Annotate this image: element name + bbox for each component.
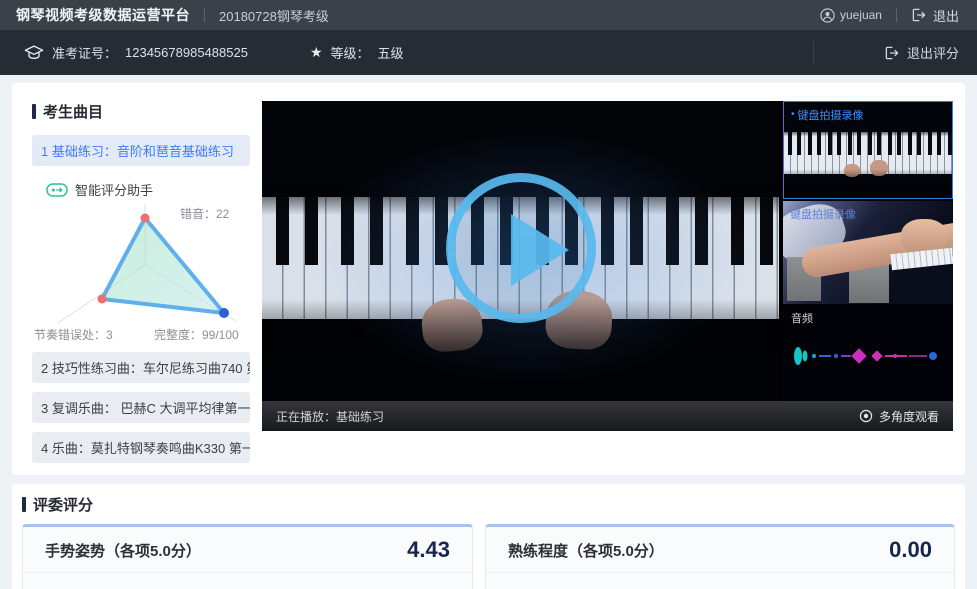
user-menu[interactable]: yuejuan [820,8,882,23]
song-item-3[interactable]: 3 复调乐曲： 巴赫C 大调平均律第一首前奏曲 [32,392,250,423]
smart-scoring-assistant[interactable]: 智能评分助手 [46,180,250,199]
proficiency-card-title: 熟练程度（各项5.0分） [508,540,664,561]
level-group: ★ 等级： 五级 [310,43,404,62]
multi-angle-button[interactable]: 多角度观看 [859,408,939,425]
thumbnail-1-label: • 键盘拍摄录像 [791,107,864,123]
play-icon [511,214,569,286]
assistant-toggle-icon [46,183,68,197]
username: yuejuan [840,8,882,22]
camera-angle-list: • 键盘拍摄录像 [783,101,953,401]
user-icon [820,8,835,23]
graduation-cap-icon [24,44,44,61]
assistant-label: 智能评分助手 [75,180,153,199]
audio-track-section[interactable]: 音频 [783,304,953,401]
title-accent-bar [32,104,36,119]
gesture-card-title: 手势姿势（各项5.0分） [45,540,201,561]
star-icon: ★ [310,44,323,61]
exam-panel: 考生曲目 1 基础练习：音阶和琶音基础练习 智能评分助手 [12,83,965,475]
scoring-title-text: 评委评分 [33,494,93,515]
top-navbar: 钢琴视频考级数据运营平台 20180728钢琴考级 yuejuan 退出 [0,0,977,30]
scoring-section-title: 评委评分 [22,494,955,515]
judge-scoring-panel: 评委评分 手势姿势（各项5.0分） 4.43 手型 指法 [12,484,965,589]
level-value: 五级 [378,43,404,62]
exit-scoring-icon [884,46,899,60]
logout-icon [911,8,926,22]
audio-label: 音频 [791,310,813,326]
exam-info-bar: 准考证号： 12345678985488525 ★ 等级： 五级 退出评分 [0,30,977,75]
title-accent-bar [22,497,26,512]
video-status-bar: 正在播放：基础练习 多角度观看 [262,401,953,431]
ticket-group: 准考证号： 12345678985488525 [24,43,248,62]
play-button[interactable] [446,173,596,323]
active-bullet-icon: • [791,110,795,120]
candidate-songs-sidebar: 考生曲目 1 基础练习：音阶和琶音基础练习 智能评分助手 [22,93,262,463]
audio-waveform [789,344,947,368]
ticket-label: 准考证号： [52,43,117,62]
logout-label: 退出 [933,6,959,25]
gesture-card-total: 4.43 [407,537,450,563]
multi-angle-label: 多角度观看 [879,408,939,425]
ticket-number: 12345678985488525 [125,45,248,60]
divider [896,8,897,22]
playlist-section-title: 考生曲目 [32,101,250,122]
app-title: 钢琴视频考级数据运营平台 [16,5,190,25]
eye-icon [859,409,873,423]
video-column: • 键盘拍摄录像 [262,101,953,463]
radar-label-rhythm-errors: 节奏错误处：3 [34,326,113,343]
thumbnail-keyboard-camera-2[interactable]: 键盘拍摄录像 [783,201,953,304]
radar-label-completeness: 完整度：99/100 [154,326,239,343]
thumbnail-1-text: 键盘拍摄录像 [798,107,864,123]
exit-scoring-label: 退出评分 [907,43,959,62]
session-title: 20180728钢琴考级 [219,6,329,25]
logout-button[interactable]: 退出 [911,6,959,25]
level-label: 等级： [331,43,370,62]
thumbnail-keyboard-camera-1[interactable]: • 键盘拍摄录像 [783,101,953,199]
divider [204,8,205,22]
main-video[interactable] [262,101,779,401]
song-item-1[interactable]: 1 基础练习：音阶和琶音基础练习 [32,135,250,166]
exit-scoring-button[interactable]: 退出评分 [813,42,959,64]
gesture-posture-card: 手势姿势（各项5.0分） 4.43 手型 指法 身姿 [22,524,473,589]
now-playing-text: 正在播放：基础练习 [276,408,384,425]
song-item-4[interactable]: 4 乐曲：莫扎特钢琴奏鸣曲K330 第一乐章 [32,432,250,463]
radar-label-wrong-notes: 错音：22 [180,205,229,222]
song-item-2[interactable]: 2 技巧性练习曲：车尔尼练习曲740 第一首 [32,352,250,383]
proficiency-card-total: 0.00 [889,537,932,563]
proficiency-card: 熟练程度（各项5.0分） 0.00 准确度 熟练度 完整性 [485,524,955,589]
thumbnail-2-text: 键盘拍摄录像 [790,206,856,222]
hand-shape [901,219,947,253]
radar-chart: 错音：22 节奏错误处：3 完整度：99/100 [32,201,260,343]
video-stage: • 键盘拍摄录像 [262,101,953,401]
playlist-title-text: 考生曲目 [43,101,103,122]
thumbnail-2-label: 键盘拍摄录像 [790,206,856,222]
